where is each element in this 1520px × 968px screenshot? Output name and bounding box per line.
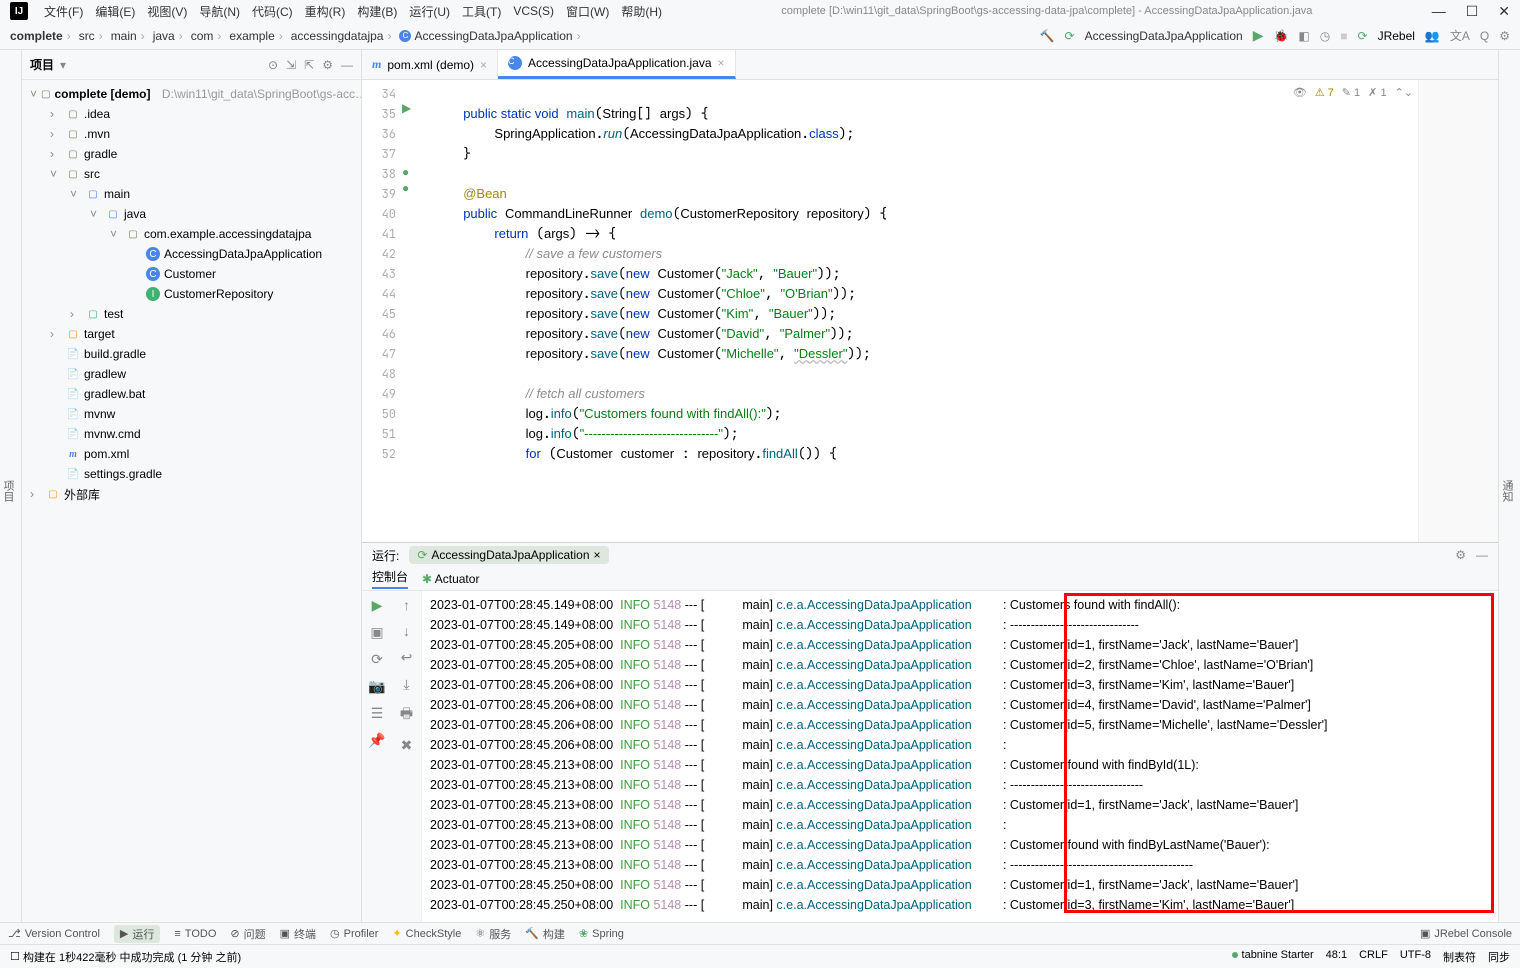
- camera-icon[interactable]: 📷: [368, 678, 385, 695]
- todo-tool[interactable]: ≡ TODO: [174, 928, 216, 940]
- clear-icon[interactable]: ✖: [401, 737, 413, 754]
- crumb-4[interactable]: com: [191, 29, 226, 43]
- reader-mode-icon[interactable]: 👁: [1293, 86, 1307, 99]
- jrebel-reload-icon[interactable]: ⟳: [371, 651, 383, 668]
- jrebel-icon[interactable]: ⟳: [1358, 29, 1368, 43]
- build-tool[interactable]: 🔨 构建: [525, 926, 565, 942]
- run-settings-icon[interactable]: ⚙: [1455, 548, 1466, 562]
- profiler-tool[interactable]: ◷ Profiler: [330, 927, 378, 940]
- scroll-icon[interactable]: ⤓: [403, 676, 409, 693]
- menu-window[interactable]: 窗口(W): [566, 3, 609, 20]
- profile-icon[interactable]: ◷: [1320, 29, 1330, 43]
- menu-nav[interactable]: 导航(N): [199, 3, 240, 20]
- line-gutter: 34353637383940414243444546474849505152: [362, 80, 402, 542]
- tabnine-status[interactable]: tabnine Starter: [1232, 949, 1313, 965]
- build-icon[interactable]: 🔨: [1040, 29, 1055, 43]
- console-output[interactable]: 2023-01-07T00:28:45.149+08:00 INFO 5148 …: [422, 591, 1498, 922]
- settings-icon[interactable]: ⚙: [322, 58, 333, 72]
- checkstyle-tool[interactable]: ✦ CheckStyle: [392, 927, 461, 940]
- select-opened-icon[interactable]: ⊙: [268, 58, 278, 72]
- menu-code[interactable]: 代码(C): [252, 3, 293, 20]
- project-dropdown-icon[interactable]: ▾: [60, 58, 66, 72]
- console-tab[interactable]: 控制台: [372, 568, 408, 589]
- project-tree[interactable]: ˅▢complete [demo] D:\win11\git_data\Spri…: [22, 80, 361, 922]
- rerun-icon[interactable]: ▶: [372, 597, 383, 614]
- run-config-selector[interactable]: AccessingDataJpaApplication: [1085, 29, 1243, 43]
- menu-tools[interactable]: 工具(T): [462, 3, 501, 20]
- collapse-all-icon[interactable]: ⇱: [304, 58, 314, 72]
- crumb-2[interactable]: main: [111, 29, 149, 43]
- typo-badge[interactable]: ✎ 1: [1342, 86, 1360, 99]
- run-tool[interactable]: ▶ 运行: [114, 925, 160, 943]
- menu-help[interactable]: 帮助(H): [621, 3, 662, 20]
- pin-icon[interactable]: 📌: [368, 732, 385, 749]
- spring-tool[interactable]: ❀ Spring: [579, 927, 624, 940]
- codewithme-icon[interactable]: 👥: [1425, 29, 1440, 43]
- caret-position[interactable]: 48:1: [1326, 949, 1347, 965]
- stop-icon[interactable]: ■: [1340, 29, 1347, 43]
- gear-icon[interactable]: ⚙: [1499, 29, 1510, 43]
- menu-build[interactable]: 构建(B): [357, 3, 397, 20]
- expand-all-icon[interactable]: ⇲: [286, 58, 296, 72]
- tab-app[interactable]: CAccessingDataJpaApplication.java×: [498, 50, 735, 79]
- maximize-icon[interactable]: ☐: [1466, 3, 1479, 20]
- error-badge[interactable]: ✗ 1: [1368, 86, 1386, 99]
- indent[interactable]: 制表符: [1443, 949, 1476, 965]
- icon-gutter: ▶●●: [402, 80, 422, 542]
- menu-vcs[interactable]: VCS(S): [513, 4, 554, 18]
- app-icon: IJ: [10, 2, 28, 20]
- jrebel-console-tool[interactable]: ▣ JRebel Console: [1420, 927, 1512, 940]
- warnings-badge[interactable]: ⚠ 7: [1315, 86, 1334, 99]
- actuator-tab[interactable]: ✱ Actuator: [422, 572, 479, 586]
- print-icon[interactable]: 🖶: [400, 703, 413, 727]
- crumb-7[interactable]: CAccessingDataJpaApplication: [399, 29, 584, 43]
- crumb-3[interactable]: java: [153, 29, 187, 43]
- window-title: complete [D:\win11\git_data\SpringBoot\g…: [674, 5, 1420, 17]
- run-hide-icon[interactable]: —: [1476, 548, 1488, 562]
- crumb-0[interactable]: complete: [10, 29, 75, 43]
- menu-run[interactable]: 运行(U): [409, 3, 450, 20]
- menu-view[interactable]: 视图(V): [147, 3, 187, 20]
- minimize-icon[interactable]: —: [1432, 3, 1446, 20]
- code-body[interactable]: public static void main(String[] args) {…: [422, 80, 1418, 542]
- minimap[interactable]: [1418, 80, 1498, 542]
- wrap-icon[interactable]: ↩: [401, 649, 413, 666]
- run-config-tab[interactable]: ⟳AccessingDataJpaApplication ×: [409, 546, 608, 564]
- stop-run-icon[interactable]: ▣: [370, 624, 383, 641]
- vcs-tool[interactable]: ⎇ Version Control: [8, 927, 100, 940]
- close-icon[interactable]: ✕: [1498, 3, 1510, 20]
- layout-icon[interactable]: ☰: [371, 705, 384, 722]
- problems-tool[interactable]: ⊘ 问题: [230, 926, 265, 942]
- crumb-5[interactable]: example: [229, 29, 286, 43]
- msg-icon: ☐: [10, 950, 20, 963]
- branch[interactable]: 同步: [1488, 949, 1510, 965]
- right-tool-notify[interactable]: 通知: [1499, 480, 1515, 502]
- hide-icon[interactable]: —: [341, 58, 353, 72]
- build-status: 构建在 1秒422毫秒 中成功完成 (1 分钟 之前): [23, 949, 241, 965]
- up-icon[interactable]: ↑: [403, 597, 410, 613]
- project-title: 项目: [30, 56, 54, 73]
- services-tool[interactable]: ⚛ 服务: [475, 926, 511, 942]
- crumb-1[interactable]: src: [79, 29, 107, 43]
- menu-refactor[interactable]: 重构(R): [305, 3, 346, 20]
- coverage-icon[interactable]: ◧: [1298, 29, 1309, 43]
- encoding[interactable]: UTF-8: [1400, 949, 1431, 965]
- menu-edit[interactable]: 编辑(E): [95, 3, 135, 20]
- left-tool-project[interactable]: 项目: [0, 480, 16, 502]
- jrebel-label: JRebel: [1378, 29, 1415, 43]
- run-header-label: 运行:: [372, 547, 399, 564]
- line-sep[interactable]: CRLF: [1359, 949, 1388, 965]
- menu-file[interactable]: 文件(F): [44, 3, 83, 20]
- search-icon[interactable]: Q: [1480, 29, 1489, 43]
- debug-icon[interactable]: 🐞: [1273, 29, 1288, 43]
- crumb-6[interactable]: accessingdatajpa: [291, 29, 396, 43]
- translate-icon[interactable]: 文A: [1450, 27, 1470, 44]
- run-icon[interactable]: ▶: [1253, 27, 1264, 44]
- chevron-up-down-icon[interactable]: ⌃⌄: [1395, 86, 1413, 99]
- down-icon[interactable]: ↓: [403, 623, 410, 639]
- tab-pom[interactable]: mpom.xml (demo)×: [362, 50, 498, 79]
- terminal-tool[interactable]: ▣ 终端: [280, 926, 316, 942]
- jrebel-run-icon[interactable]: ⟳: [1065, 29, 1075, 43]
